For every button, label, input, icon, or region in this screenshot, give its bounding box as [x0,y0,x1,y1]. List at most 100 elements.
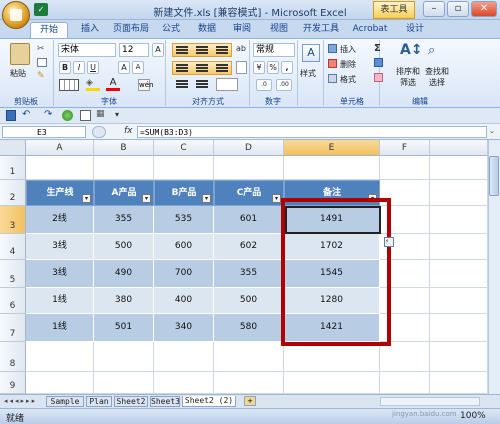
ribbon-tab[interactable]: 视图 [263,22,295,38]
table-cell[interactable]: 580 [214,314,284,342]
grid-cell[interactable] [430,156,488,180]
ribbon-tab[interactable]: 开始 [30,22,68,38]
sort-filter-icon[interactable]: A↕ [400,42,423,62]
styles-label[interactable]: 样式 [300,68,316,79]
comma-button[interactable]: , [281,61,293,74]
grid-cell[interactable] [380,342,430,372]
format-icon[interactable] [328,74,337,83]
grid-cell[interactable] [214,156,284,180]
delete-icon[interactable] [328,59,337,68]
sheet-tab[interactable]: Sheet2 [114,396,148,407]
excel-save-icon[interactable]: ✓ [34,3,48,16]
decrease-indent-icon[interactable] [176,80,188,82]
font-size-select[interactable]: 12 [119,43,149,57]
align-center-icon[interactable] [196,64,208,66]
name-box[interactable]: E3 [2,126,86,138]
column-header[interactable]: A [26,140,94,156]
grid-cell[interactable] [26,156,94,180]
fill-icon[interactable] [374,58,383,67]
sheet-tab[interactable]: Plan [86,396,112,407]
table-cell[interactable]: 1线 [26,314,94,342]
grid-cell[interactable] [26,342,94,372]
table-cell[interactable]: 380 [94,288,154,314]
ribbon-tab[interactable]: 数据 [191,22,223,38]
styles-icon[interactable]: A [302,44,320,62]
grid-cell[interactable] [154,156,214,180]
minimize-button[interactable]: – [423,1,445,17]
grid-cell[interactable] [430,288,488,314]
decrease-decimal-icon[interactable]: .00 [276,79,292,91]
ribbon-tab[interactable]: 公式 [155,22,187,38]
align-left-icon[interactable] [176,64,188,66]
grow-font-icon[interactable]: A [152,43,164,57]
increase-decimal-icon[interactable]: .0 [256,79,272,91]
insert-label[interactable]: 插入 [340,44,356,55]
table-cell[interactable]: 601 [214,206,284,234]
grid-cell[interactable] [430,206,488,234]
merge-center-icon[interactable] [216,78,238,91]
sort-filter-label[interactable]: 排序和 筛选 [396,66,420,88]
grid-cell[interactable] [430,372,488,394]
sheet-nav-icons[interactable]: ◂◂◂▸▸▸ [4,397,37,405]
grid-cell[interactable] [26,372,94,394]
grid-cell[interactable] [430,234,488,260]
grid-cell[interactable] [430,314,488,342]
row-header[interactable]: 5 [0,260,26,288]
table-cell[interactable]: 600 [154,234,214,260]
row-header[interactable]: 1 [0,156,26,180]
insert-sheet-icon[interactable]: + [244,396,256,406]
wrap-text-icon[interactable] [236,61,247,74]
table-cell[interactable]: 602 [214,234,284,260]
table-cell[interactable]: 400 [154,288,214,314]
grid-cell[interactable] [94,342,154,372]
print-icon[interactable] [80,110,91,121]
ribbon-tab[interactable]: 设计 [400,22,430,38]
close-button[interactable]: ✕ [471,1,497,17]
grid-cell[interactable] [380,156,430,180]
shrink-font-button[interactable]: A [132,61,144,74]
column-header[interactable]: B [94,140,154,156]
column-header[interactable]: D [214,140,284,156]
cut-icon[interactable]: ✂ [37,44,47,54]
table-cell[interactable]: 700 [154,260,214,288]
table-cell[interactable]: 355 [94,206,154,234]
column-header[interactable]: F [380,140,430,156]
table-header-cell[interactable]: B产品 ▾ [154,180,214,206]
italic-button[interactable]: I [73,61,85,74]
row-header[interactable]: 4 [0,234,26,260]
table-cell[interactable]: 500 [214,288,284,314]
table-header-cell[interactable]: C产品 ▾ [214,180,284,206]
table-cell[interactable]: 500 [94,234,154,260]
grid-cell[interactable] [430,260,488,288]
row-header[interactable]: 6 [0,288,26,314]
delete-label[interactable]: 删除 [340,59,356,70]
format-painter-icon[interactable]: ✎ [37,71,47,81]
zoom-level[interactable]: 100% [460,411,486,421]
restore-button[interactable]: ▫ [447,1,469,17]
filter-dropdown-icon[interactable]: ▾ [272,194,281,203]
autosum-button[interactable]: Σ [374,43,381,54]
table-header-cell[interactable]: A产品 ▾ [94,180,154,206]
ribbon-tab[interactable]: 页面布局 [110,22,152,38]
find-select-label[interactable]: 查找和 选择 [424,66,450,88]
find-select-icon[interactable]: ⌕ [428,43,444,61]
table-cell[interactable]: 501 [94,314,154,342]
spellcheck-icon[interactable]: ▦ [96,109,108,121]
formula-bar-handle[interactable] [92,126,106,138]
formula-expand-icon[interactable]: ⌄ [489,127,495,135]
filter-dropdown-icon[interactable]: ▾ [142,194,151,203]
borders-icon[interactable] [59,79,79,91]
grid-cell[interactable] [284,372,380,394]
horizontal-scrollbar[interactable] [380,397,480,406]
grid-cell[interactable] [380,372,430,394]
ribbon-tab[interactable]: 插入 [74,22,106,38]
align-middle-icon[interactable] [196,46,208,48]
column-header[interactable]: C [154,140,214,156]
number-format-select[interactable]: 常规 [253,43,295,57]
sheet-tab[interactable]: Sample [46,396,84,407]
formula-input[interactable]: =SUM(B3:D3) [137,126,487,138]
table-cell[interactable]: 3线 [26,234,94,260]
percent-button[interactable]: % [267,61,279,74]
row-header[interactable]: 8 [0,342,26,372]
qat-customize-icon[interactable]: ▾ [115,110,119,119]
